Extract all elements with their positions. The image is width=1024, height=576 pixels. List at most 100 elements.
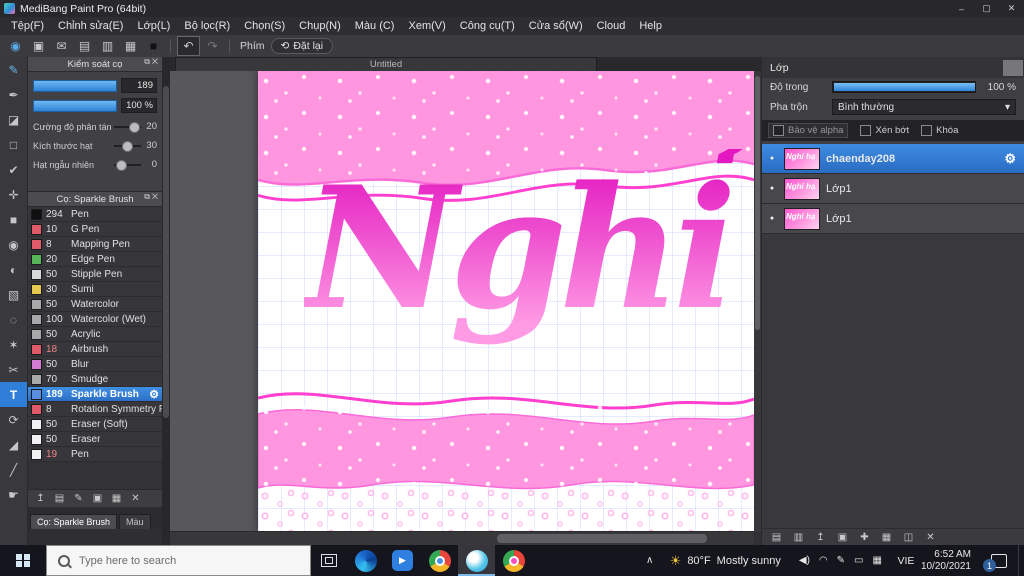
brush-item-selected[interactable]: 189 Sparkle Brush ⚙ bbox=[28, 387, 162, 402]
shape-tool-icon[interactable]: ■ bbox=[0, 207, 27, 232]
brush-item[interactable]: 50 Watercolor bbox=[28, 297, 162, 312]
add-brush-icon[interactable]: ▤ bbox=[52, 493, 67, 504]
reorder-brush-icon[interactable]: ↥ bbox=[33, 493, 48, 504]
brush-opacity-slider[interactable] bbox=[33, 99, 117, 112]
menu-item-xem[interactable]: Xem(V) bbox=[401, 17, 452, 35]
canvas-horizontal-scrollbar[interactable] bbox=[170, 531, 754, 545]
clipping-checkbox[interactable]: Xén bớt bbox=[860, 125, 909, 136]
left-panel-scrollbar[interactable] bbox=[162, 57, 170, 545]
protect-alpha-checkbox[interactable]: Bảo vệ alpha bbox=[768, 123, 849, 138]
layer-visibility-icon[interactable]: ● bbox=[766, 155, 778, 162]
task-view-button[interactable] bbox=[311, 545, 347, 576]
brush-preset-icon[interactable]: ◉ bbox=[5, 37, 26, 55]
brush-item[interactable]: 50 Acrylic bbox=[28, 327, 162, 342]
menu-item-cua-so[interactable]: Cửa sổ(W) bbox=[522, 17, 590, 35]
taskbar-search-input[interactable]: Type here to search bbox=[46, 545, 311, 576]
show-desktop-button[interactable] bbox=[1018, 545, 1024, 576]
blend-mode-select[interactable]: Bình thường ▾ bbox=[832, 99, 1016, 115]
taskbar-medibang-app[interactable] bbox=[458, 545, 495, 576]
scissors-tool-icon[interactable]: ✂ bbox=[0, 357, 27, 382]
brush-item[interactable]: 8 Mapping Pen bbox=[28, 237, 162, 252]
layer-opacity-slider[interactable] bbox=[832, 81, 976, 93]
menu-item-lop[interactable]: Lớp(L) bbox=[130, 17, 177, 35]
menu-item-chon[interactable]: Chọn(S) bbox=[237, 17, 292, 35]
material-layer-icon[interactable]: ▦ bbox=[879, 532, 894, 543]
menu-item-chinh-sua[interactable]: Chỉnh sửa(E) bbox=[51, 17, 130, 35]
swatch-icon[interactable]: ■ bbox=[143, 37, 164, 55]
copy-icon[interactable]: ▤ bbox=[74, 37, 95, 55]
layer-row-selected[interactable]: ● Nghỉ hạ chaenday208 ⚙ bbox=[762, 144, 1024, 174]
save-icon[interactable]: ▣ bbox=[28, 37, 49, 55]
menu-item-bo-loc[interactable]: Bộ lọc(R) bbox=[177, 17, 237, 35]
scrollbar-thumb[interactable] bbox=[497, 534, 708, 543]
text-tool-icon[interactable]: T bbox=[0, 382, 27, 407]
divide-tool-icon[interactable]: ╱ bbox=[0, 457, 27, 482]
panel-detach-close-icons[interactable]: ⧉✕ bbox=[144, 57, 160, 67]
grid-icon[interactable]: ▦ bbox=[120, 37, 141, 55]
document-canvas[interactable]: Nghỉ hạ bbox=[258, 71, 754, 532]
brush-item[interactable]: 18 Airbrush bbox=[28, 342, 162, 357]
minimize-button[interactable]: – bbox=[949, 0, 974, 17]
transfer-layer-icon[interactable]: ↥ bbox=[813, 532, 828, 543]
brush-item[interactable]: 10 G Pen bbox=[28, 222, 162, 237]
undo-button[interactable]: ↶ bbox=[177, 36, 200, 56]
brush-item[interactable]: 8 Rotation Symmetry Pe bbox=[28, 402, 162, 417]
document-icon[interactable]: ▥ bbox=[97, 37, 118, 55]
pen-tool-icon[interactable]: ✒ bbox=[0, 82, 27, 107]
select-rect-tool-icon[interactable]: ▧ bbox=[0, 282, 27, 307]
brush-item[interactable]: 70 Smudge bbox=[28, 372, 162, 387]
brush-item[interactable]: 50 Eraser (Soft) bbox=[28, 417, 162, 432]
eyedropper-tool-icon[interactable]: ◢ bbox=[0, 432, 27, 457]
brush-item[interactable]: 50 Eraser bbox=[28, 432, 162, 447]
brush-settings-gear-icon[interactable]: ⚙ bbox=[149, 388, 159, 401]
document-tab[interactable]: Untitled bbox=[175, 57, 597, 71]
start-button[interactable] bbox=[0, 545, 46, 576]
menu-item-chup[interactable]: Chụp(N) bbox=[292, 17, 348, 35]
brush-folder-icon[interactable]: ▦ bbox=[109, 493, 124, 504]
brush-item[interactable]: 294 Pen bbox=[28, 207, 162, 222]
canvas-vertical-scrollbar[interactable] bbox=[754, 71, 761, 532]
bucket-tool-icon[interactable]: ◉ bbox=[0, 232, 27, 257]
hand-tool-icon[interactable]: ☛ bbox=[0, 482, 27, 507]
gradient-tool-icon[interactable]: ◐ bbox=[0, 257, 27, 282]
scrollbar-thumb[interactable] bbox=[755, 76, 760, 330]
param-slider[interactable] bbox=[114, 121, 141, 133]
taskbar-clock[interactable]: 6:52 AM 10/20/2021 bbox=[921, 545, 980, 576]
taskbar-media-app[interactable]: ▶ bbox=[384, 545, 421, 576]
layer-visibility-icon[interactable]: ● bbox=[766, 215, 778, 222]
keyboard-icon[interactable]: ▦ bbox=[872, 555, 881, 566]
menu-item-help[interactable]: Help bbox=[632, 17, 669, 35]
eraser-tool-icon[interactable]: ◪ bbox=[0, 107, 27, 132]
clear-layer-icon[interactable]: ✚ bbox=[857, 532, 872, 543]
comment-icon[interactable]: ✉ bbox=[51, 37, 72, 55]
brush-item[interactable]: 50 Blur bbox=[28, 357, 162, 372]
speaker-icon[interactable]: ◀) bbox=[799, 555, 810, 566]
apply-tool-icon[interactable]: ✔ bbox=[0, 157, 27, 182]
delete-layer-icon[interactable]: ✕ bbox=[923, 532, 938, 543]
brush-item[interactable]: 19 Pen bbox=[28, 447, 162, 462]
tab-brush[interactable]: Cọ: Sparkle Brush bbox=[30, 514, 118, 529]
lock-checkbox[interactable]: Khóa bbox=[921, 125, 958, 136]
taskbar-chrome-app[interactable] bbox=[421, 545, 458, 576]
panel-dock-handle[interactable] bbox=[1003, 59, 1023, 76]
magic-wand-tool-icon[interactable]: ✶ bbox=[0, 332, 27, 357]
brush-item[interactable]: 30 Sumi bbox=[28, 282, 162, 297]
duplicate-brush-icon[interactable]: ▣ bbox=[90, 493, 105, 504]
param-slider[interactable] bbox=[114, 140, 141, 152]
tab-color[interactable]: Màu bbox=[119, 514, 151, 529]
brush-item[interactable]: 100 Watercolor (Wet) bbox=[28, 312, 162, 327]
rotate-tool-icon[interactable]: ⟳ bbox=[0, 407, 27, 432]
brush-item[interactable]: 20 Edge Pen bbox=[28, 252, 162, 267]
brush-item[interactable]: 50 Stipple Pen bbox=[28, 267, 162, 282]
pen-icon[interactable]: ✎ bbox=[837, 555, 845, 566]
redo-button[interactable]: ↷ bbox=[202, 37, 223, 55]
network-icon[interactable]: ◠ bbox=[819, 555, 828, 566]
language-indicator[interactable]: VIE bbox=[891, 545, 921, 576]
lasso-tool-icon[interactable]: ◌ bbox=[0, 307, 27, 332]
scrollbar-thumb[interactable] bbox=[163, 86, 169, 419]
reset-button[interactable]: ⟲ Đặt lại bbox=[270, 38, 334, 54]
marquee-tool-icon[interactable]: □ bbox=[0, 132, 27, 157]
delete-brush-icon[interactable]: ✕ bbox=[128, 493, 143, 504]
layer-row[interactable]: ● Nghỉ hạ Lớp1 bbox=[762, 174, 1024, 204]
new-layer-icon[interactable]: ▤ bbox=[769, 532, 784, 543]
